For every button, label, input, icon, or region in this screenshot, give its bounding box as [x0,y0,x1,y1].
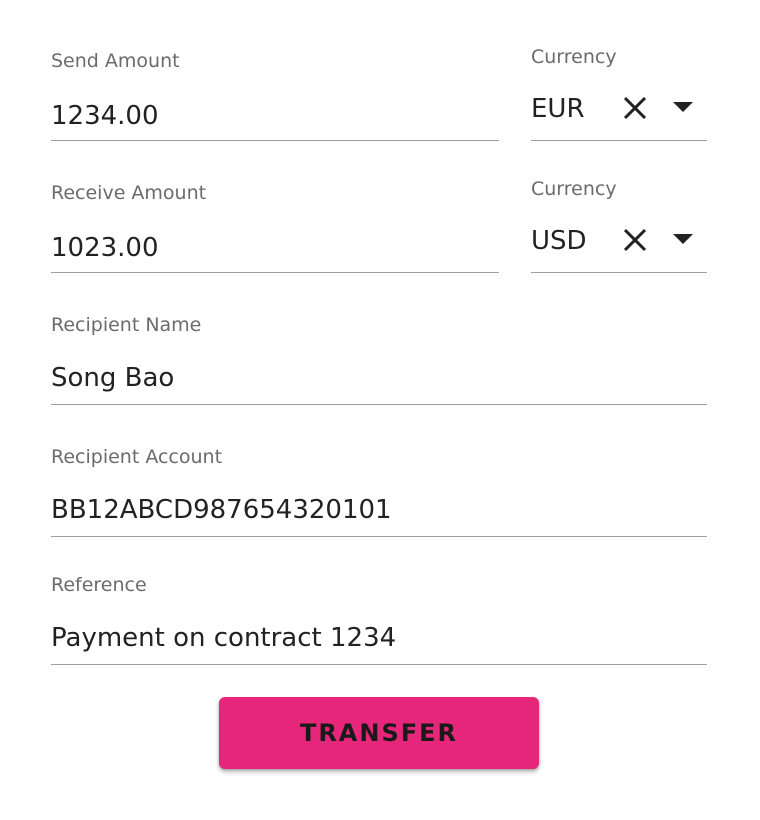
receive-currency-select[interactable]: Currency USD [531,178,707,273]
close-icon[interactable] [620,93,650,123]
receive-amount-label: Receive Amount [51,182,207,204]
reference-label: Reference [51,574,147,596]
send-amount-label: Send Amount [51,50,180,72]
send-currency-value: EUR [531,94,585,124]
send-currency-select[interactable]: Currency EUR [531,46,707,141]
send-currency-label: Currency [531,46,617,68]
reference-input[interactable] [51,622,707,654]
recipient-account-label: Recipient Account [51,446,223,468]
send-amount-input[interactable] [51,100,499,132]
close-icon[interactable] [620,225,650,255]
recipient-name-field[interactable]: Recipient Name [51,314,707,405]
recipient-name-label: Recipient Name [51,314,202,336]
receive-amount-field[interactable]: Receive Amount [51,182,499,273]
arrow-drop-down-icon[interactable] [673,102,693,114]
receive-currency-label: Currency [531,178,617,200]
recipient-account-field[interactable]: Recipient Account [51,446,707,537]
receive-currency-value: USD [531,226,587,256]
arrow-drop-down-icon[interactable] [673,234,693,246]
send-amount-field[interactable]: Send Amount [51,50,499,141]
recipient-account-input[interactable] [51,494,707,526]
recipient-name-input[interactable] [51,362,707,394]
receive-amount-input[interactable] [51,232,499,264]
transfer-button[interactable]: TRANSFER [219,697,539,769]
reference-field[interactable]: Reference [51,574,707,665]
transfer-button-label: TRANSFER [299,719,459,747]
